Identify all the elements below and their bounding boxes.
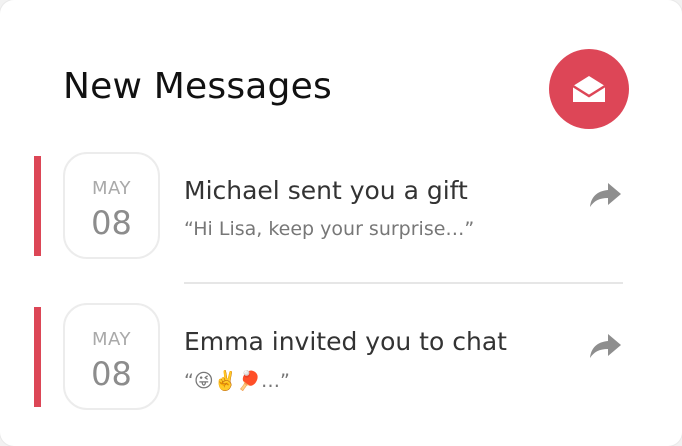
mail-button[interactable] xyxy=(549,49,629,129)
date-day: 08 xyxy=(91,204,132,242)
unread-indicator xyxy=(34,307,41,407)
share-arrow-icon[interactable] xyxy=(588,180,624,210)
message-title: Michael sent you a gift xyxy=(184,176,468,205)
message-title: Emma invited you to chat xyxy=(184,327,507,356)
date-month: MAY xyxy=(92,329,131,350)
messages-card: New Messages MAY 08 Michael sent you a g… xyxy=(0,0,682,446)
date-month: MAY xyxy=(92,178,131,199)
date-day: 08 xyxy=(91,355,132,393)
date-badge: MAY 08 xyxy=(63,152,160,259)
message-item[interactable]: MAY 08 Michael sent you a gift “Hi Lisa,… xyxy=(0,152,682,262)
message-item[interactable]: MAY 08 Emma invited you to chat “😜✌️🏓…” xyxy=(0,303,682,413)
date-badge: MAY 08 xyxy=(63,303,160,410)
card-title: New Messages xyxy=(63,66,332,107)
message-preview: “😜✌️🏓…” xyxy=(184,370,290,392)
message-preview: “Hi Lisa, keep your surprise…” xyxy=(184,218,475,240)
share-arrow-icon[interactable] xyxy=(588,331,624,361)
unread-indicator xyxy=(34,156,41,256)
row-divider xyxy=(184,282,623,284)
envelope-icon xyxy=(572,76,606,102)
